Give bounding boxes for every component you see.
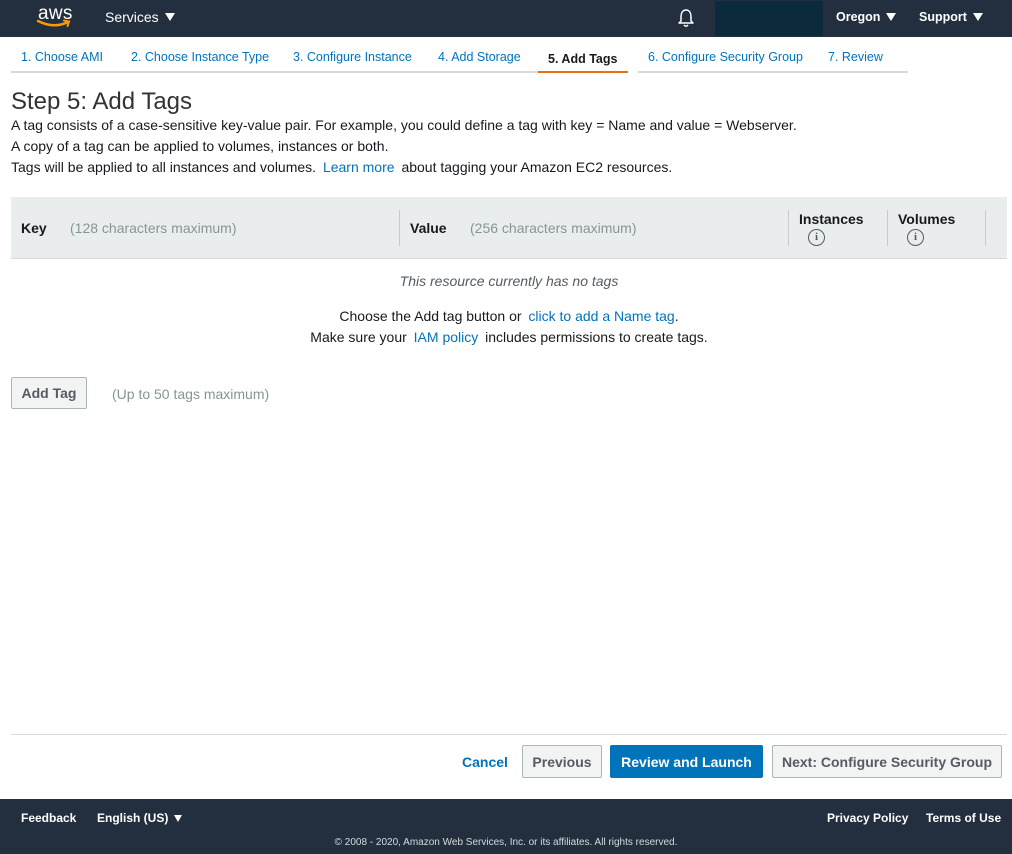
terms-of-use-link[interactable]: Terms of Use xyxy=(926,811,1001,825)
footer: Feedback English (US) Privacy Policy Ter… xyxy=(0,799,1012,854)
language-selector[interactable]: English (US) xyxy=(97,811,183,825)
language-label: English (US) xyxy=(97,811,169,825)
empty-tags-message: This resource currently has no tags xyxy=(399,273,619,289)
cancel-button[interactable]: Cancel xyxy=(455,745,515,778)
instruction-text: Choose the Add tag button or xyxy=(339,308,522,324)
iam-text: includes permissions to create tags. xyxy=(485,329,708,345)
add-tag-button[interactable]: Add Tag xyxy=(11,377,87,409)
iam-policy-note: Make sure your IAM policy includes permi… xyxy=(11,329,1007,345)
review-and-launch-button[interactable]: Review and Launch xyxy=(610,745,763,778)
previous-button[interactable]: Previous xyxy=(522,745,602,778)
add-tag-hint: (Up to 50 tags maximum) xyxy=(112,386,270,402)
divider xyxy=(11,734,1007,735)
next-configure-security-group-button[interactable]: Next: Configure Security Group xyxy=(772,745,1002,778)
privacy-policy-link[interactable]: Privacy Policy xyxy=(827,811,908,825)
chevron-down-icon xyxy=(174,814,183,822)
add-name-tag-link[interactable]: click to add a Name tag xyxy=(528,308,674,324)
iam-text: Make sure your xyxy=(310,329,407,345)
copyright-text: © 2008 - 2020, Amazon Web Services, Inc.… xyxy=(334,837,678,848)
add-tag-instruction: Choose the Add tag button or click to ad… xyxy=(11,308,1007,324)
feedback-link[interactable]: Feedback xyxy=(21,811,76,825)
instruction-period: . xyxy=(674,308,679,324)
iam-policy-link[interactable]: IAM policy xyxy=(414,329,479,345)
tags-table-body: This resource currently has no tags Choo… xyxy=(11,0,1007,400)
